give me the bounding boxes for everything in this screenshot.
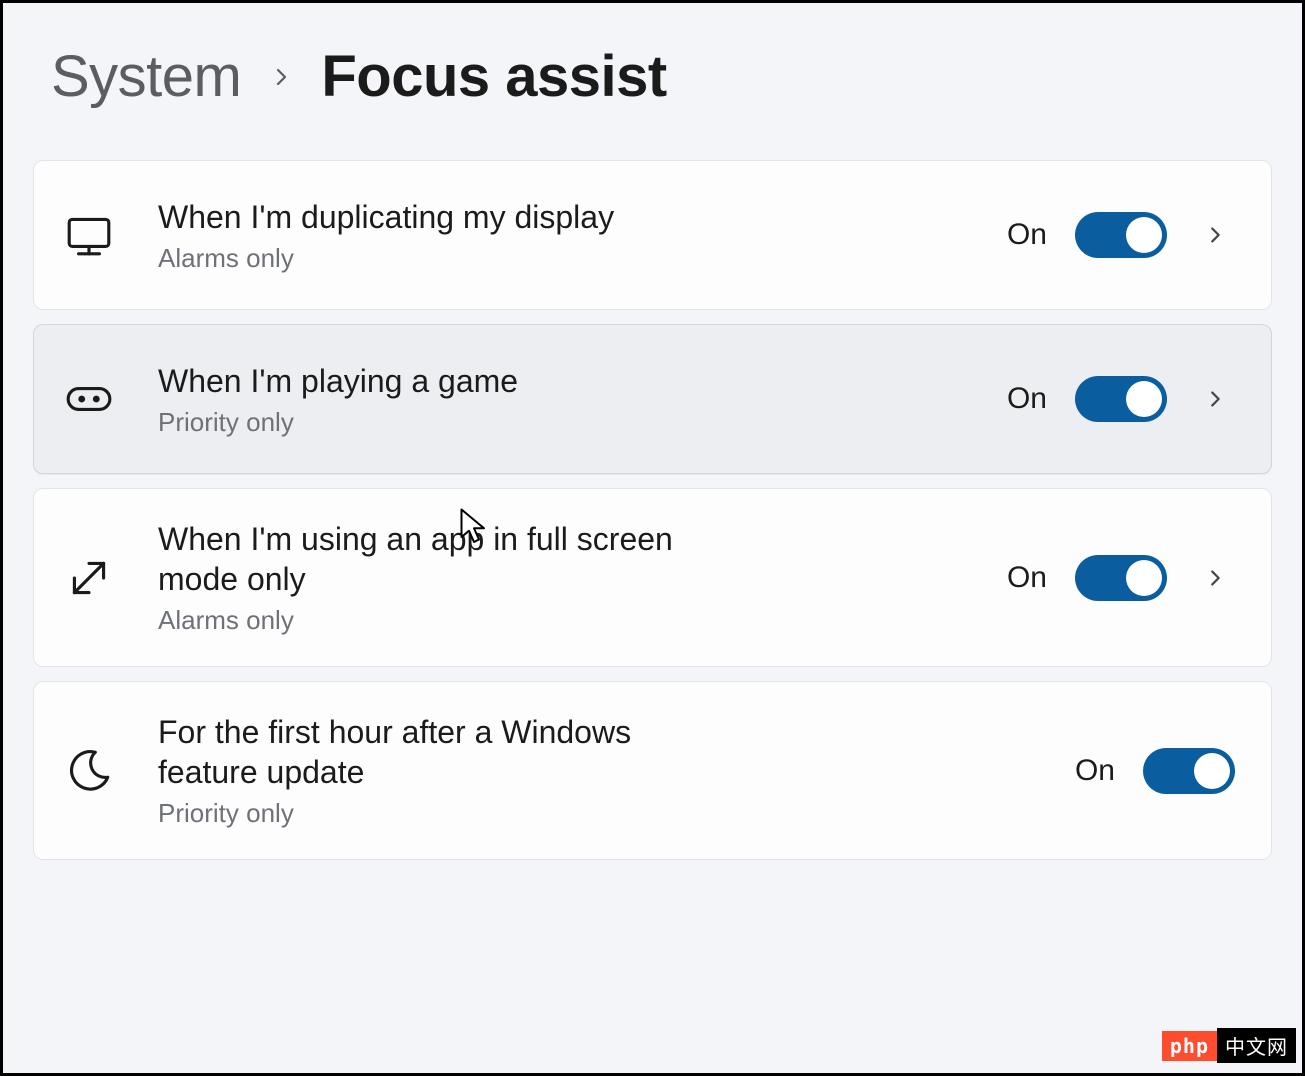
page-title: Focus assist <box>321 43 666 110</box>
setting-row-text: When I'm duplicating my display Alarms o… <box>158 197 718 274</box>
toggle-state-label: On <box>1007 561 1047 595</box>
settings-list: When I'm duplicating my display Alarms o… <box>33 160 1272 860</box>
monitor-icon <box>62 208 116 262</box>
setting-row-fullscreen-app[interactable]: When I'm using an app in full screen mod… <box>33 488 1272 667</box>
moon-icon <box>62 744 116 798</box>
setting-row-text: For the first hour after a Windows featu… <box>158 712 718 829</box>
setting-row-text: When I'm using an app in full screen mod… <box>158 519 718 636</box>
watermark-right: 中文网 <box>1217 1028 1296 1063</box>
setting-title: When I'm playing a game <box>158 361 718 401</box>
fullscreen-arrow-icon <box>62 551 116 605</box>
setting-subtitle: Priority only <box>158 798 718 829</box>
watermark-left: php <box>1162 1031 1217 1061</box>
breadcrumb-parent[interactable]: System <box>51 43 241 110</box>
settings-window: System Focus assist When I'm duplicating… <box>0 0 1305 1076</box>
expand-chevron-icon[interactable] <box>1195 388 1235 410</box>
setting-row-text: When I'm playing a game Priority only <box>158 361 718 438</box>
breadcrumb: System Focus assist <box>51 43 1272 110</box>
setting-subtitle: Priority only <box>158 407 718 438</box>
setting-row-controls: On <box>1007 555 1235 601</box>
setting-row-duplicating-display[interactable]: When I'm duplicating my display Alarms o… <box>33 160 1272 310</box>
setting-title: When I'm using an app in full screen mod… <box>158 519 718 599</box>
setting-row-controls: On <box>1075 748 1235 794</box>
setting-row-controls: On <box>1007 212 1235 258</box>
toggle-state-label: On <box>1007 382 1047 416</box>
toggle-switch[interactable] <box>1143 748 1235 794</box>
setting-title: When I'm duplicating my display <box>158 197 718 237</box>
setting-subtitle: Alarms only <box>158 243 718 274</box>
toggle-switch[interactable] <box>1075 212 1167 258</box>
setting-row-after-update[interactable]: For the first hour after a Windows featu… <box>33 681 1272 860</box>
gamepad-icon <box>62 372 116 426</box>
toggle-switch[interactable] <box>1075 555 1167 601</box>
setting-row-controls: On <box>1007 376 1235 422</box>
toggle-state-label: On <box>1007 218 1047 252</box>
setting-title: For the first hour after a Windows featu… <box>158 712 718 792</box>
watermark: php 中文网 <box>1162 1028 1296 1063</box>
toggle-switch[interactable] <box>1075 376 1167 422</box>
expand-chevron-icon[interactable] <box>1195 567 1235 589</box>
setting-row-playing-game[interactable]: When I'm playing a game Priority only On <box>33 324 1272 474</box>
toggle-state-label: On <box>1075 754 1115 788</box>
expand-chevron-icon[interactable] <box>1195 224 1235 246</box>
chevron-right-icon <box>269 65 293 89</box>
setting-subtitle: Alarms only <box>158 605 718 636</box>
